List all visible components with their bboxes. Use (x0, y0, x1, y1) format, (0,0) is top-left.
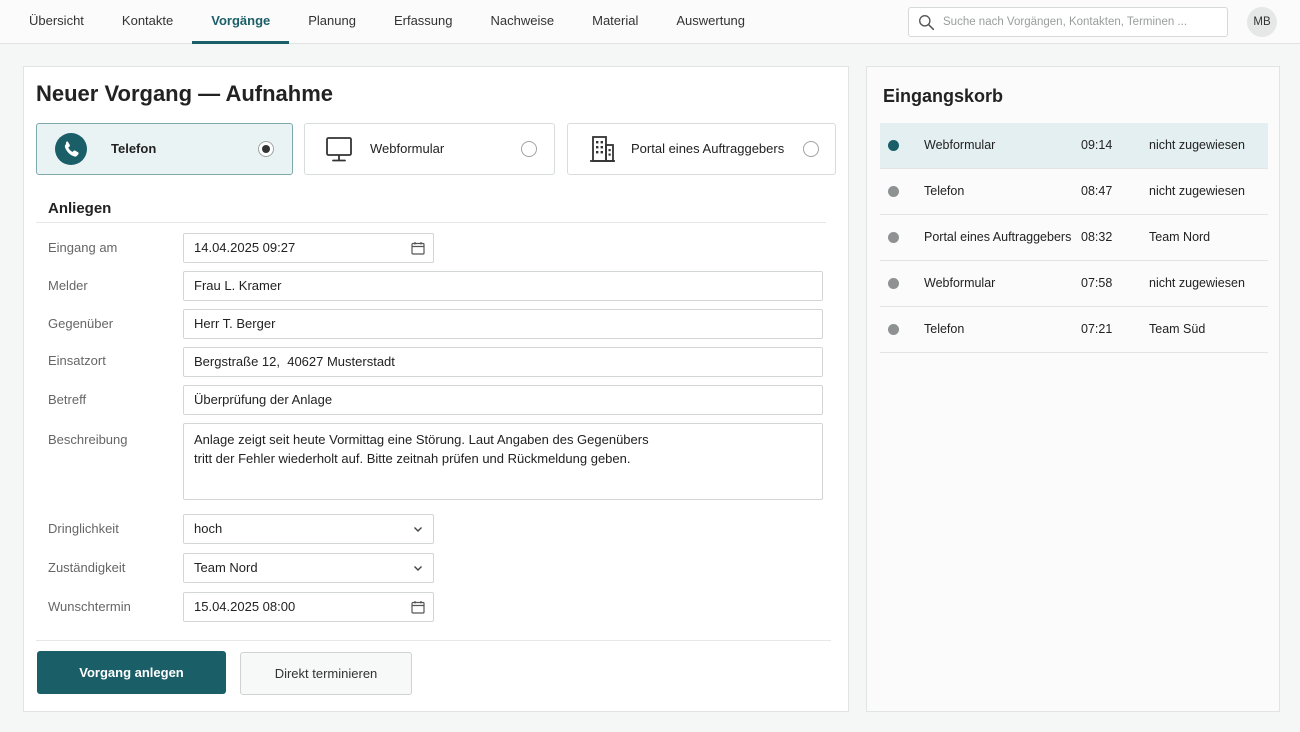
nav-item-planung[interactable]: Planung (289, 0, 375, 44)
phone-icon (55, 133, 87, 165)
inbox-row-channel: Webformular (924, 138, 996, 152)
inbox-panel: Eingangskorb Webformular 09:14 nicht zug… (866, 66, 1280, 712)
inbox-row[interactable]: Webformular 07:58 nicht zugewiesen (880, 261, 1268, 307)
inbox-row-assignment: Team Süd (1149, 322, 1206, 336)
inbox-row[interactable]: Telefon 07:21 Team Süd (880, 307, 1268, 353)
channel-radio-telefon[interactable] (258, 141, 274, 157)
inbox-row-assignment: nicht zugewiesen (1149, 184, 1245, 198)
search-box[interactable] (908, 7, 1228, 37)
monitor-icon (326, 137, 352, 162)
channel-label-portal: Portal eines Auftraggebers (631, 141, 785, 156)
chevron-down-icon (414, 566, 422, 571)
nav-item-nachweise[interactable]: Nachweise (472, 0, 574, 44)
beschreibung-textarea[interactable]: Anlage zeigt seit heute Vormittag eine S… (183, 423, 823, 500)
section-divider (36, 222, 826, 223)
form-footer-divider (36, 640, 831, 641)
gegenueber-field[interactable]: Herr T. Berger (183, 309, 823, 339)
channel-option-portal[interactable]: Portal eines Auftraggebers (567, 123, 836, 175)
gegenueber-value: Herr T. Berger (194, 316, 276, 331)
inbox-row-channel: Telefon (924, 184, 965, 198)
create-case-button[interactable]: Vorgang anlegen (37, 651, 226, 694)
channel-radio-portal[interactable] (803, 141, 819, 157)
inbox-row-assignment: Team Nord (1149, 230, 1211, 244)
inbox-row-time: 08:32 (1081, 230, 1113, 244)
status-dot (888, 324, 899, 335)
status-dot (888, 186, 899, 197)
nav-item-auswertung[interactable]: Auswertung (657, 0, 764, 44)
label-melder: Melder (48, 278, 88, 293)
inbox-row-assignment: nicht zugewiesen (1149, 276, 1245, 290)
status-dot (888, 140, 899, 151)
betreff-field[interactable]: Überprüfung der Anlage (183, 385, 823, 415)
new-case-panel: Neuer Vorgang — Aufnahme Telefon Webform… (23, 66, 849, 712)
inbox-row-time: 08:47 (1081, 184, 1113, 198)
calendar-icon[interactable] (411, 241, 425, 255)
main-nav: Übersicht Kontakte Vorgänge Planung Erfa… (10, 0, 764, 44)
label-zustaendigkeit: Zuständigkeit (48, 560, 126, 575)
nav-item-kontakte[interactable]: Kontakte (103, 0, 192, 44)
label-eingang: Eingang am (48, 240, 118, 255)
dringlichkeit-value: hoch (194, 521, 223, 536)
search-input[interactable] (943, 16, 1213, 28)
inbox-row-channel: Webformular (924, 276, 996, 290)
inbox-list: Webformular 09:14 nicht zugewiesen Telef… (880, 123, 1268, 353)
user-avatar[interactable]: MB (1247, 7, 1277, 37)
betreff-value: Überprüfung der Anlage (194, 392, 333, 407)
inbox-row-time: 09:14 (1081, 138, 1113, 152)
channel-radio-webformular[interactable] (521, 141, 537, 157)
calendar-icon[interactable] (411, 600, 425, 614)
label-gegenueber: Gegenüber (48, 316, 114, 331)
inbox-row-assignment: nicht zugewiesen (1149, 138, 1245, 152)
inbox-row[interactable]: Portal eines Auftraggebers 08:32 Team No… (880, 215, 1268, 261)
page-title: Neuer Vorgang — Aufnahme (36, 81, 334, 106)
eingang-datetime-field[interactable]: 14.04.2025 09:27 (183, 233, 434, 263)
schedule-directly-button[interactable]: Direkt terminieren (240, 652, 412, 695)
zustaendigkeit-select[interactable]: Team Nord (183, 553, 434, 583)
building-icon (590, 136, 615, 162)
label-dringlichkeit: Dringlichkeit (48, 521, 119, 536)
channel-label-webformular: Webformular (370, 141, 445, 156)
label-wunschtermin: Wunschtermin (48, 599, 131, 614)
nav-item-material[interactable]: Material (573, 0, 657, 44)
beschreibung-line-1: Anlage zeigt seit heute Vormittag eine S… (194, 432, 649, 447)
top-navigation-bar: Übersicht Kontakte Vorgänge Planung Erfa… (0, 0, 1300, 44)
zustaendigkeit-value: Team Nord (194, 560, 258, 575)
inbox-title: Eingangskorb (883, 86, 1004, 106)
inbox-row[interactable]: Webformular 09:14 nicht zugewiesen (880, 123, 1268, 169)
status-dot (888, 278, 899, 289)
channel-option-telefon[interactable]: Telefon (36, 123, 293, 175)
inbox-row[interactable]: Telefon 08:47 nicht zugewiesen (880, 169, 1268, 215)
melder-value: Frau L. Kramer (194, 278, 282, 293)
label-einsatzort: Einsatzort (48, 353, 106, 368)
label-betreff: Betreff (48, 392, 87, 407)
beschreibung-line-2: tritt der Fehler wiederholt auf. Bitte z… (194, 451, 631, 466)
inbox-row-time: 07:58 (1081, 276, 1113, 290)
einsatzort-value: Bergstraße 12, 40627 Musterstadt (194, 354, 395, 369)
dringlichkeit-select[interactable]: hoch (183, 514, 434, 544)
einsatzort-field[interactable]: Bergstraße 12, 40627 Musterstadt (183, 347, 823, 377)
melder-field[interactable]: Frau L. Kramer (183, 271, 823, 301)
chevron-down-icon (414, 527, 422, 532)
channel-label-telefon: Telefon (111, 141, 157, 156)
search-icon (919, 15, 935, 31)
inbox-row-time: 07:21 (1081, 322, 1113, 336)
inbox-row-channel: Portal eines Auftraggebers (924, 230, 1072, 244)
channel-option-webformular[interactable]: Webformular (304, 123, 555, 175)
nav-item-vorgaenge[interactable]: Vorgänge (192, 0, 290, 44)
status-dot (888, 232, 899, 243)
nav-item-erfassung[interactable]: Erfassung (375, 0, 472, 44)
inbox-row-channel: Telefon (924, 322, 965, 336)
wunschtermin-value: 15.04.2025 08:00 (194, 599, 296, 614)
label-beschreibung: Beschreibung (48, 432, 128, 447)
section-title-anliegen: Anliegen (48, 200, 112, 217)
wunschtermin-datetime-field[interactable]: 15.04.2025 08:00 (183, 592, 434, 622)
nav-item-uebersicht[interactable]: Übersicht (10, 0, 103, 44)
eingang-value: 14.04.2025 09:27 (194, 240, 296, 255)
